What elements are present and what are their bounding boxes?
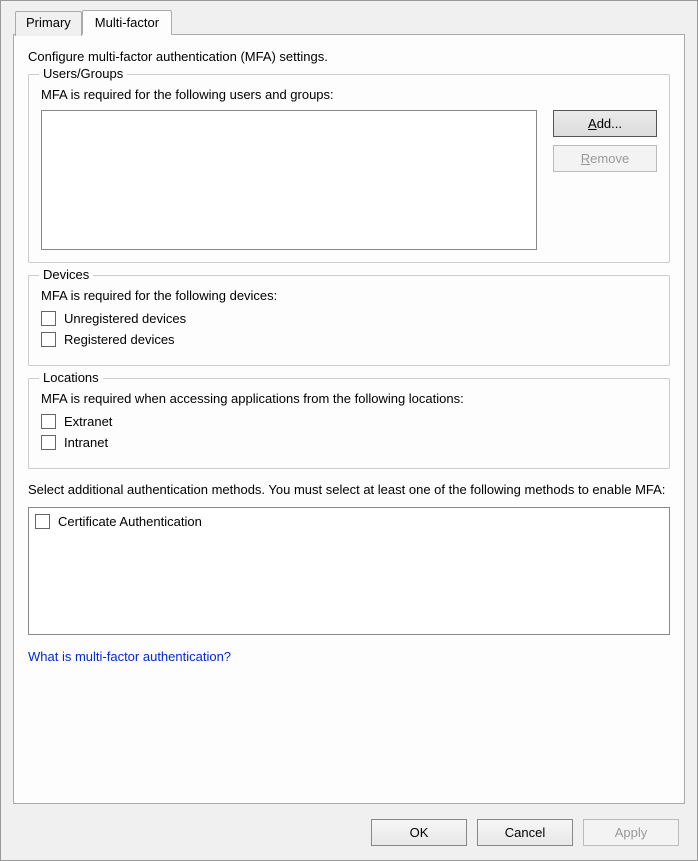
ok-button[interactable]: OK xyxy=(371,819,467,846)
add-button[interactable]: Add... xyxy=(553,110,657,137)
tab-bar: Primary Multi-factor xyxy=(15,9,697,34)
extranet-label: Extranet xyxy=(64,414,112,429)
tab-primary[interactable]: Primary xyxy=(15,11,82,36)
tab-multifactor[interactable]: Multi-factor xyxy=(82,10,172,35)
registered-devices-checkbox[interactable] xyxy=(41,332,56,347)
users-groups-sub: MFA is required for the following users … xyxy=(41,87,657,102)
locations-legend: Locations xyxy=(39,370,103,385)
remove-button: Remove xyxy=(553,145,657,172)
intranet-row[interactable]: Intranet xyxy=(41,435,657,450)
apply-button: Apply xyxy=(583,819,679,846)
devices-sub: MFA is required for the following device… xyxy=(41,288,657,303)
unregistered-devices-label: Unregistered devices xyxy=(64,311,186,326)
registered-devices-label: Registered devices xyxy=(64,332,175,347)
multifactor-panel: Configure multi-factor authentication (M… xyxy=(13,34,685,804)
cert-auth-label: Certificate Authentication xyxy=(58,514,202,529)
registered-devices-row[interactable]: Registered devices xyxy=(41,332,657,347)
dialog-footer: OK Cancel Apply xyxy=(371,819,679,846)
users-groups-listbox[interactable] xyxy=(41,110,537,250)
methods-note: Select additional authentication methods… xyxy=(28,481,670,499)
intranet-label: Intranet xyxy=(64,435,108,450)
intranet-checkbox[interactable] xyxy=(41,435,56,450)
methods-listbox[interactable]: Certificate Authentication xyxy=(28,507,670,635)
devices-box: Devices MFA is required for the followin… xyxy=(28,275,670,366)
locations-box: Locations MFA is required when accessing… xyxy=(28,378,670,469)
unregistered-devices-checkbox[interactable] xyxy=(41,311,56,326)
users-groups-legend: Users/Groups xyxy=(39,66,127,81)
devices-legend: Devices xyxy=(39,267,93,282)
extranet-checkbox[interactable] xyxy=(41,414,56,429)
cert-auth-checkbox[interactable] xyxy=(35,514,50,529)
extranet-row[interactable]: Extranet xyxy=(41,414,657,429)
cancel-button[interactable]: Cancel xyxy=(477,819,573,846)
cert-auth-row[interactable]: Certificate Authentication xyxy=(35,514,663,529)
intro-text: Configure multi-factor authentication (M… xyxy=(28,49,670,64)
unregistered-devices-row[interactable]: Unregistered devices xyxy=(41,311,657,326)
mfa-help-link[interactable]: What is multi-factor authentication? xyxy=(28,649,231,664)
mfa-settings-dialog: Primary Multi-factor Configure multi-fac… xyxy=(0,0,698,861)
users-groups-box: Users/Groups MFA is required for the fol… xyxy=(28,74,670,263)
locations-sub: MFA is required when accessing applicati… xyxy=(41,391,657,406)
